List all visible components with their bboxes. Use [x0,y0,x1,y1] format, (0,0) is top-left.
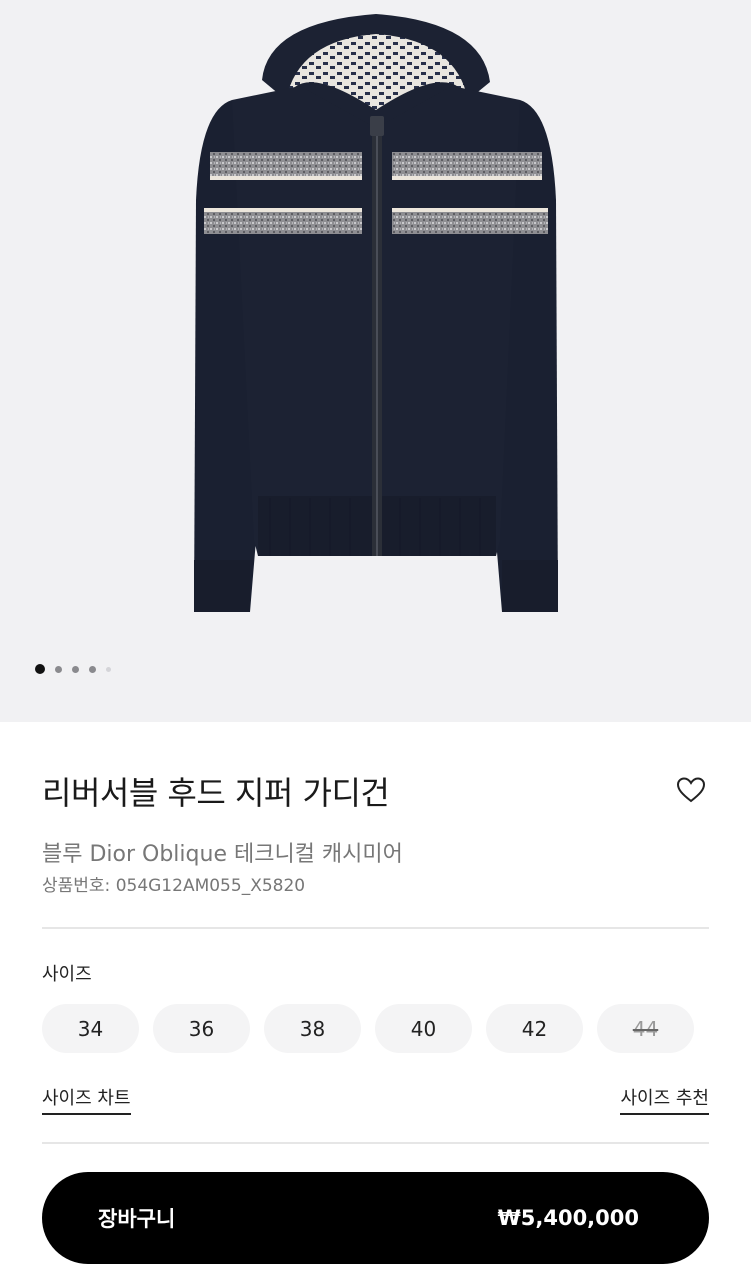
gallery-dot[interactable] [72,665,79,673]
divider [42,927,709,929]
product-title: 리버서블 후드 지퍼 가디건 [42,774,390,812]
divider [42,1142,709,1144]
gallery-dot[interactable] [89,665,96,673]
product-image-gallery[interactable] [0,0,751,722]
product-sku: 상품번호: 054G12AM055_X5820 [42,876,306,896]
size-options: 34 36 38 40 42 44 [42,1004,694,1053]
size-option-42[interactable]: 42 [486,1004,583,1053]
wishlist-button[interactable] [676,776,706,804]
size-option-38[interactable]: 38 [264,1004,361,1053]
size-option-44-unavailable: 44 [597,1004,694,1053]
size-chart-link[interactable]: 사이즈 차트 [42,1084,131,1115]
size-recommend-link[interactable]: 사이즈 추천 [620,1084,709,1115]
cart-label: 장바구니 [98,1207,176,1231]
size-section-label: 사이즈 [42,964,92,985]
size-option-34[interactable]: 34 [42,1004,139,1053]
product-subtitle: 블루 Dior Oblique 테크니컬 캐시미어 [42,842,403,867]
gallery-dot[interactable] [106,666,111,672]
add-to-cart-button[interactable]: 장바구니 ₩5,400,000 [42,1172,709,1264]
cart-price: ₩5,400,000 [497,1206,639,1230]
product-image [194,14,558,612]
gallery-dot[interactable] [55,665,62,673]
gallery-dot[interactable] [35,664,45,674]
size-option-36[interactable]: 36 [153,1004,250,1053]
size-option-40[interactable]: 40 [375,1004,472,1053]
gallery-pagination [35,664,111,674]
heart-outline-icon [676,777,706,803]
